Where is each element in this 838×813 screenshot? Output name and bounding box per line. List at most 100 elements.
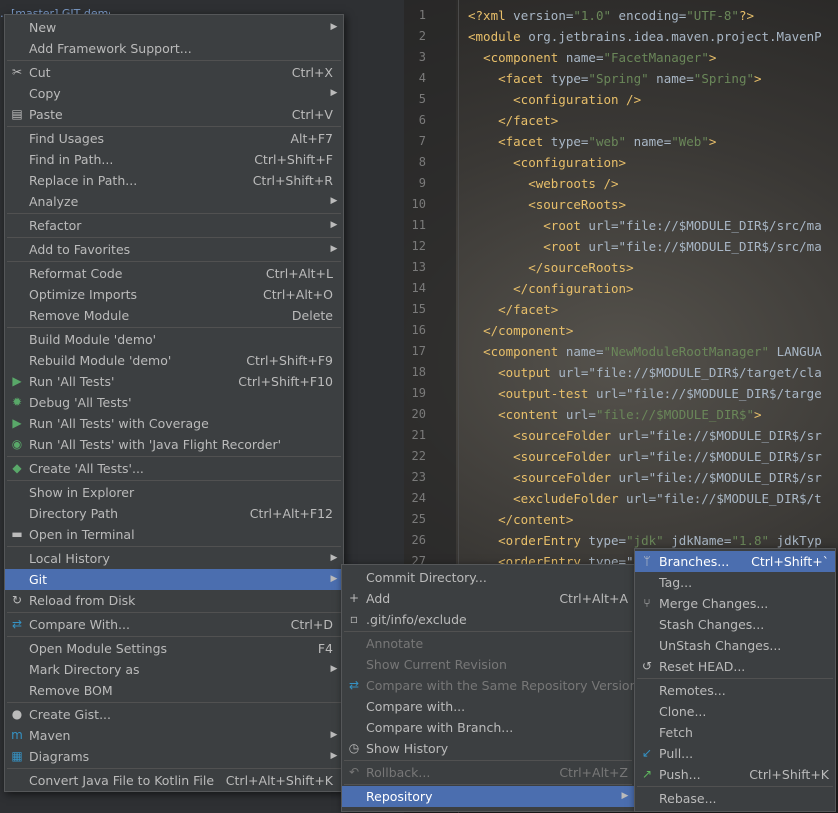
- menu-separator: [7, 768, 341, 769]
- context-item-convert-java-file-to-kotlin-file[interactable]: Convert Java File to Kotlin File Ctrl+Alt…: [5, 770, 343, 791]
- context-item-run-all-tests-with-coverage[interactable]: ▶ Run 'All Tests' with Coverage: [5, 413, 343, 434]
- context-item-remove-bom[interactable]: Remove BOM: [5, 680, 343, 701]
- context-item-find-in-path[interactable]: Find in Path... Ctrl+Shift+F: [5, 149, 343, 170]
- menu-item-shortcut: Ctrl+Alt+Shift+K: [225, 773, 333, 788]
- code-line[interactable]: </facet>: [468, 299, 558, 320]
- code-line[interactable]: <sourceFolder url="file://$MODULE_DIR$/s…: [468, 467, 822, 488]
- context-item-debug-all-tests[interactable]: ✹ Debug 'All Tests': [5, 392, 343, 413]
- menu-separator: [7, 612, 341, 613]
- line-number: 1: [418, 8, 426, 22]
- compare-icon: ⇄: [11, 617, 23, 631]
- repository-item-stash-changes[interactable]: Stash Changes...: [635, 614, 835, 635]
- repository-item-fetch[interactable]: Fetch: [635, 722, 835, 743]
- run-icon: ▶: [12, 374, 22, 388]
- git-item-rollback[interactable]: ↶ Rollback... Ctrl+Alt+Z: [342, 762, 634, 783]
- code-line[interactable]: <output-test url="file://$MODULE_DIR$/ta…: [468, 383, 822, 404]
- code-line[interactable]: </sourceRoots>: [468, 257, 633, 278]
- context-item-build-module-demo[interactable]: Build Module 'demo': [5, 329, 343, 350]
- repository-item-unstash-changes[interactable]: UnStash Changes...: [635, 635, 835, 656]
- repository-item-reset-head[interactable]: ↺ Reset HEAD...: [635, 656, 835, 677]
- git-item-annotate[interactable]: Annotate: [342, 633, 634, 654]
- line-number: 5: [418, 92, 426, 106]
- repository-item-tag[interactable]: Tag...: [635, 572, 835, 593]
- code-line[interactable]: <root url="file://$MODULE_DIR$/src/ma: [468, 215, 821, 236]
- git-item-compare-with[interactable]: Compare with...: [342, 696, 634, 717]
- git-item-compare-with-the-same-repository-version[interactable]: ⇄ Compare with the Same Repository Versio…: [342, 675, 638, 696]
- context-item-add-to-favorites[interactable]: Add to Favorites ▶: [5, 239, 343, 260]
- context-item-new[interactable]: New ▶: [5, 17, 343, 38]
- context-item-mark-directory-as[interactable]: Mark Directory as ▶: [5, 659, 343, 680]
- context-item-open-module-settings[interactable]: Open Module Settings F4: [5, 638, 343, 659]
- repository-item-clone[interactable]: Clone...: [635, 701, 835, 722]
- code-line[interactable]: <webroots />: [468, 173, 618, 194]
- context-item-maven[interactable]: m Maven ▶: [5, 725, 343, 746]
- code-line[interactable]: <excludeFolder url="file://$MODULE_DIR$/…: [468, 488, 822, 509]
- code-line[interactable]: <component name="FacetManager">: [468, 47, 716, 68]
- context-item-create-all-tests[interactable]: ◆ Create 'All Tests'...: [5, 458, 343, 479]
- repository-item-rebase[interactable]: Rebase...: [635, 788, 835, 809]
- code-line[interactable]: <?xml version="1.0" encoding="UTF-8"?>: [468, 5, 754, 26]
- context-item-remove-module[interactable]: Remove Module Delete: [5, 305, 343, 326]
- context-item-rebuild-module-demo[interactable]: Rebuild Module 'demo' Ctrl+Shift+F9: [5, 350, 343, 371]
- context-item-run-all-tests-with-java-flight-recorder[interactable]: ◉ Run 'All Tests' with 'Java Flight Recor…: [5, 434, 343, 455]
- git-item-show-history[interactable]: ◷ Show History: [342, 738, 634, 759]
- context-item-add-framework-support[interactable]: Add Framework Support...: [5, 38, 343, 59]
- menu-item-label: Stash Changes...: [659, 617, 765, 632]
- code-line[interactable]: <facet type="Spring" name="Spring">: [468, 68, 761, 89]
- code-line[interactable]: <configuration>: [468, 152, 626, 173]
- code-line[interactable]: <output url="file://$MODULE_DIR$/target/…: [468, 362, 822, 383]
- git-item-show-current-revision[interactable]: Show Current Revision: [342, 654, 634, 675]
- context-item-find-usages[interactable]: Find Usages Alt+F7: [5, 128, 343, 149]
- repository-item-merge-changes[interactable]: ⑂ Merge Changes...: [635, 593, 835, 614]
- context-item-directory-path[interactable]: Directory Path Ctrl+Alt+F12: [5, 503, 343, 524]
- code-line[interactable]: </configuration>: [468, 278, 633, 299]
- context-item-show-in-explorer[interactable]: Show in Explorer: [5, 482, 343, 503]
- git-item-repository[interactable]: Repository ▶: [342, 786, 634, 807]
- context-item-compare-with[interactable]: ⇄ Compare With... Ctrl+D: [5, 614, 343, 635]
- code-line[interactable]: <configuration />: [468, 89, 641, 110]
- repository-item-pull[interactable]: ↙ Pull...: [635, 743, 835, 764]
- menu-item-label: Rollback...: [366, 765, 431, 780]
- context-item-analyze[interactable]: Analyze ▶: [5, 191, 343, 212]
- menu-item-label: Show in Explorer: [29, 485, 135, 500]
- code-line[interactable]: <sourceFolder url="file://$MODULE_DIR$/s…: [468, 446, 822, 467]
- menu-item-label: Add: [366, 591, 391, 606]
- context-item-replace-in-path[interactable]: Replace in Path... Ctrl+Shift+R: [5, 170, 343, 191]
- menu-item-shortcut: Ctrl+Shift+R: [252, 173, 333, 188]
- context-item-refactor[interactable]: Refactor ▶: [5, 215, 343, 236]
- context-item-open-in-terminal[interactable]: ▬ Open in Terminal: [5, 524, 343, 545]
- context-item-cut[interactable]: ✂ Cut Ctrl+X: [5, 62, 343, 83]
- scissors-icon: ✂: [11, 65, 23, 79]
- line-number: 3: [418, 50, 426, 64]
- context-item-run-all-tests[interactable]: ▶ Run 'All Tests' Ctrl+Shift+F10: [5, 371, 343, 392]
- context-item-create-gist[interactable]: ● Create Gist...: [5, 704, 343, 725]
- context-item-optimize-imports[interactable]: Optimize Imports Ctrl+Alt+O: [5, 284, 343, 305]
- context-item-reformat-code[interactable]: Reformat Code Ctrl+Alt+L: [5, 263, 343, 284]
- repository-item-push[interactable]: ↗ Push... Ctrl+Shift+K: [635, 764, 835, 785]
- repository-item-remotes[interactable]: Remotes...: [635, 680, 835, 701]
- code-line[interactable]: <root url="file://$MODULE_DIR$/src/ma: [468, 236, 821, 257]
- code-line[interactable]: <facet type="web" name="Web">: [468, 131, 716, 152]
- code-line[interactable]: </content>: [468, 509, 573, 530]
- profiler-icon: ◉: [11, 437, 23, 451]
- code-line[interactable]: <component name="NewModuleRootManager" L…: [468, 341, 822, 362]
- git-item-commit-directory[interactable]: Commit Directory...: [342, 567, 634, 588]
- context-item-copy[interactable]: Copy ▶: [5, 83, 343, 104]
- code-line[interactable]: <sourceRoots>: [468, 194, 626, 215]
- code-line[interactable]: <module org.jetbrains.idea.maven.project…: [468, 26, 822, 47]
- debug-icon: ✹: [11, 395, 23, 409]
- context-item-local-history[interactable]: Local History ▶: [5, 548, 343, 569]
- plus-icon: +: [348, 591, 360, 605]
- code-line[interactable]: <content url="file://$MODULE_DIR$">: [468, 404, 761, 425]
- code-line[interactable]: </component>: [468, 320, 573, 341]
- git-item-git-info-exclude[interactable]: ▫ .git/info/exclude: [342, 609, 634, 630]
- git-item-add[interactable]: + Add Ctrl+Alt+A: [342, 588, 634, 609]
- git-item-compare-with-branch[interactable]: Compare with Branch...: [342, 717, 634, 738]
- code-line[interactable]: </facet>: [468, 110, 558, 131]
- repository-item-branches[interactable]: ᛘ Branches... Ctrl+Shift+`: [635, 551, 835, 572]
- context-item-git[interactable]: Git ▶: [5, 569, 343, 590]
- context-item-diagrams[interactable]: ▦ Diagrams ▶: [5, 746, 343, 767]
- code-line[interactable]: <sourceFolder url="file://$MODULE_DIR$/s…: [468, 425, 822, 446]
- context-item-paste[interactable]: ▤ Paste Ctrl+V: [5, 104, 343, 125]
- context-item-reload-from-disk[interactable]: ↻ Reload from Disk: [5, 590, 343, 611]
